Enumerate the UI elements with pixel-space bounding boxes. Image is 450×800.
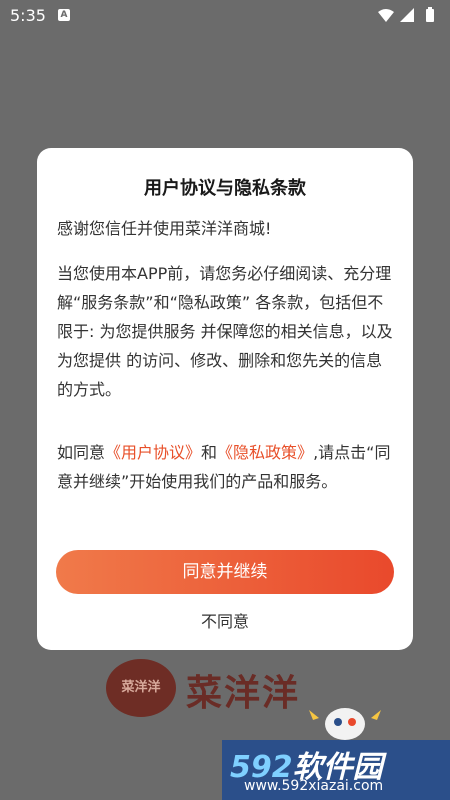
agree-button[interactable]: 同意并继续 <box>56 550 394 594</box>
dialog-consent-text: 如同意《用户协议》和《隐私政策》,请点击“同意并继续”开始使用我们的产品和服务。 <box>57 438 397 496</box>
status-icons <box>378 7 440 27</box>
status-time: 5:35 <box>10 6 46 25</box>
notification-icon: A <box>58 9 70 21</box>
watermark: 592软件园 www.592xiazai.com <box>222 740 450 800</box>
privacy-dialog: 用户协议与隐私条款 感谢您信任并使用菜洋洋商城! 当您使用本APP前，请您务必仔… <box>37 148 413 650</box>
status-bar: 5:35 A <box>0 0 450 30</box>
app-logo-text: 菜洋洋 <box>186 673 301 714</box>
mascot-icon <box>305 700 385 744</box>
consent-and: 和 <box>201 443 218 462</box>
watermark-url: www.592xiazai.com <box>244 778 384 794</box>
battery-icon <box>426 7 434 22</box>
wifi-icon <box>378 9 394 22</box>
signal-icon <box>400 8 414 22</box>
app-logo-badge: 菜洋洋 <box>106 659 176 717</box>
privacy-policy-link[interactable]: 《隐私政策》 <box>217 443 313 462</box>
dialog-terms-text: 当您使用本APP前，请您务必仔细阅读、充分理解“服务条款”和“隐私政策” 各条款… <box>57 264 393 399</box>
dialog-thanks-text: 感谢您信任并使用菜洋洋商城! <box>57 219 272 238</box>
consent-prefix: 如同意 <box>57 443 106 462</box>
user-agreement-link[interactable]: 《用户协议》 <box>105 443 201 462</box>
dialog-title: 用户协议与隐私条款 <box>144 178 306 199</box>
disagree-button[interactable]: 不同意 <box>37 608 413 632</box>
